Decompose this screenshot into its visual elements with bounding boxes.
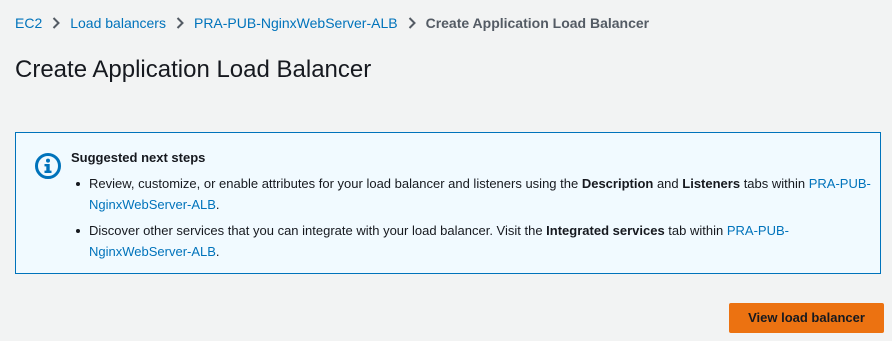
chevron-right-icon bbox=[42, 17, 70, 29]
alert-text: and bbox=[653, 176, 683, 191]
alert-title: Suggested next steps bbox=[71, 150, 206, 165]
alert-emphasis: Description bbox=[581, 176, 654, 191]
breadcrumb-ec2-link[interactable]: EC2 bbox=[15, 14, 42, 32]
info-alert: Suggested next steps Review, customize, … bbox=[15, 132, 881, 274]
alert-text: tab within bbox=[664, 223, 727, 238]
alert-text: . bbox=[215, 197, 220, 212]
alert-emphasis: Listeners bbox=[682, 176, 741, 191]
breadcrumb-current: Create Application Load Balancer bbox=[425, 15, 650, 31]
alert-text: . bbox=[215, 244, 220, 259]
alert-emphasis: Integrated services bbox=[546, 223, 665, 238]
alert-text: Review, customize, or enable attributes … bbox=[89, 176, 582, 191]
alert-list: Review, customize, or enable attributes … bbox=[71, 173, 871, 267]
page: EC2 Load balancers PRA-PUB-NginxWebServe… bbox=[0, 0, 892, 341]
breadcrumb-load-balancer-name-link[interactable]: PRA-PUB-NginxWebServer-ALB bbox=[194, 14, 398, 32]
list-item: Discover other services that you can int… bbox=[71, 220, 871, 262]
breadcrumb: EC2 Load balancers PRA-PUB-NginxWebServe… bbox=[15, 14, 649, 32]
alert-text: Discover other services that you can int… bbox=[89, 223, 547, 238]
info-icon bbox=[34, 152, 62, 180]
chevron-right-icon bbox=[398, 17, 426, 29]
breadcrumb-load-balancers-link[interactable]: Load balancers bbox=[70, 14, 166, 32]
page-title: Create Application Load Balancer bbox=[15, 56, 372, 83]
view-load-balancer-button[interactable]: View load balancer bbox=[729, 303, 884, 333]
list-item: Review, customize, or enable attributes … bbox=[71, 173, 871, 215]
chevron-right-icon bbox=[166, 17, 194, 29]
alert-text: tabs within bbox=[740, 176, 809, 191]
